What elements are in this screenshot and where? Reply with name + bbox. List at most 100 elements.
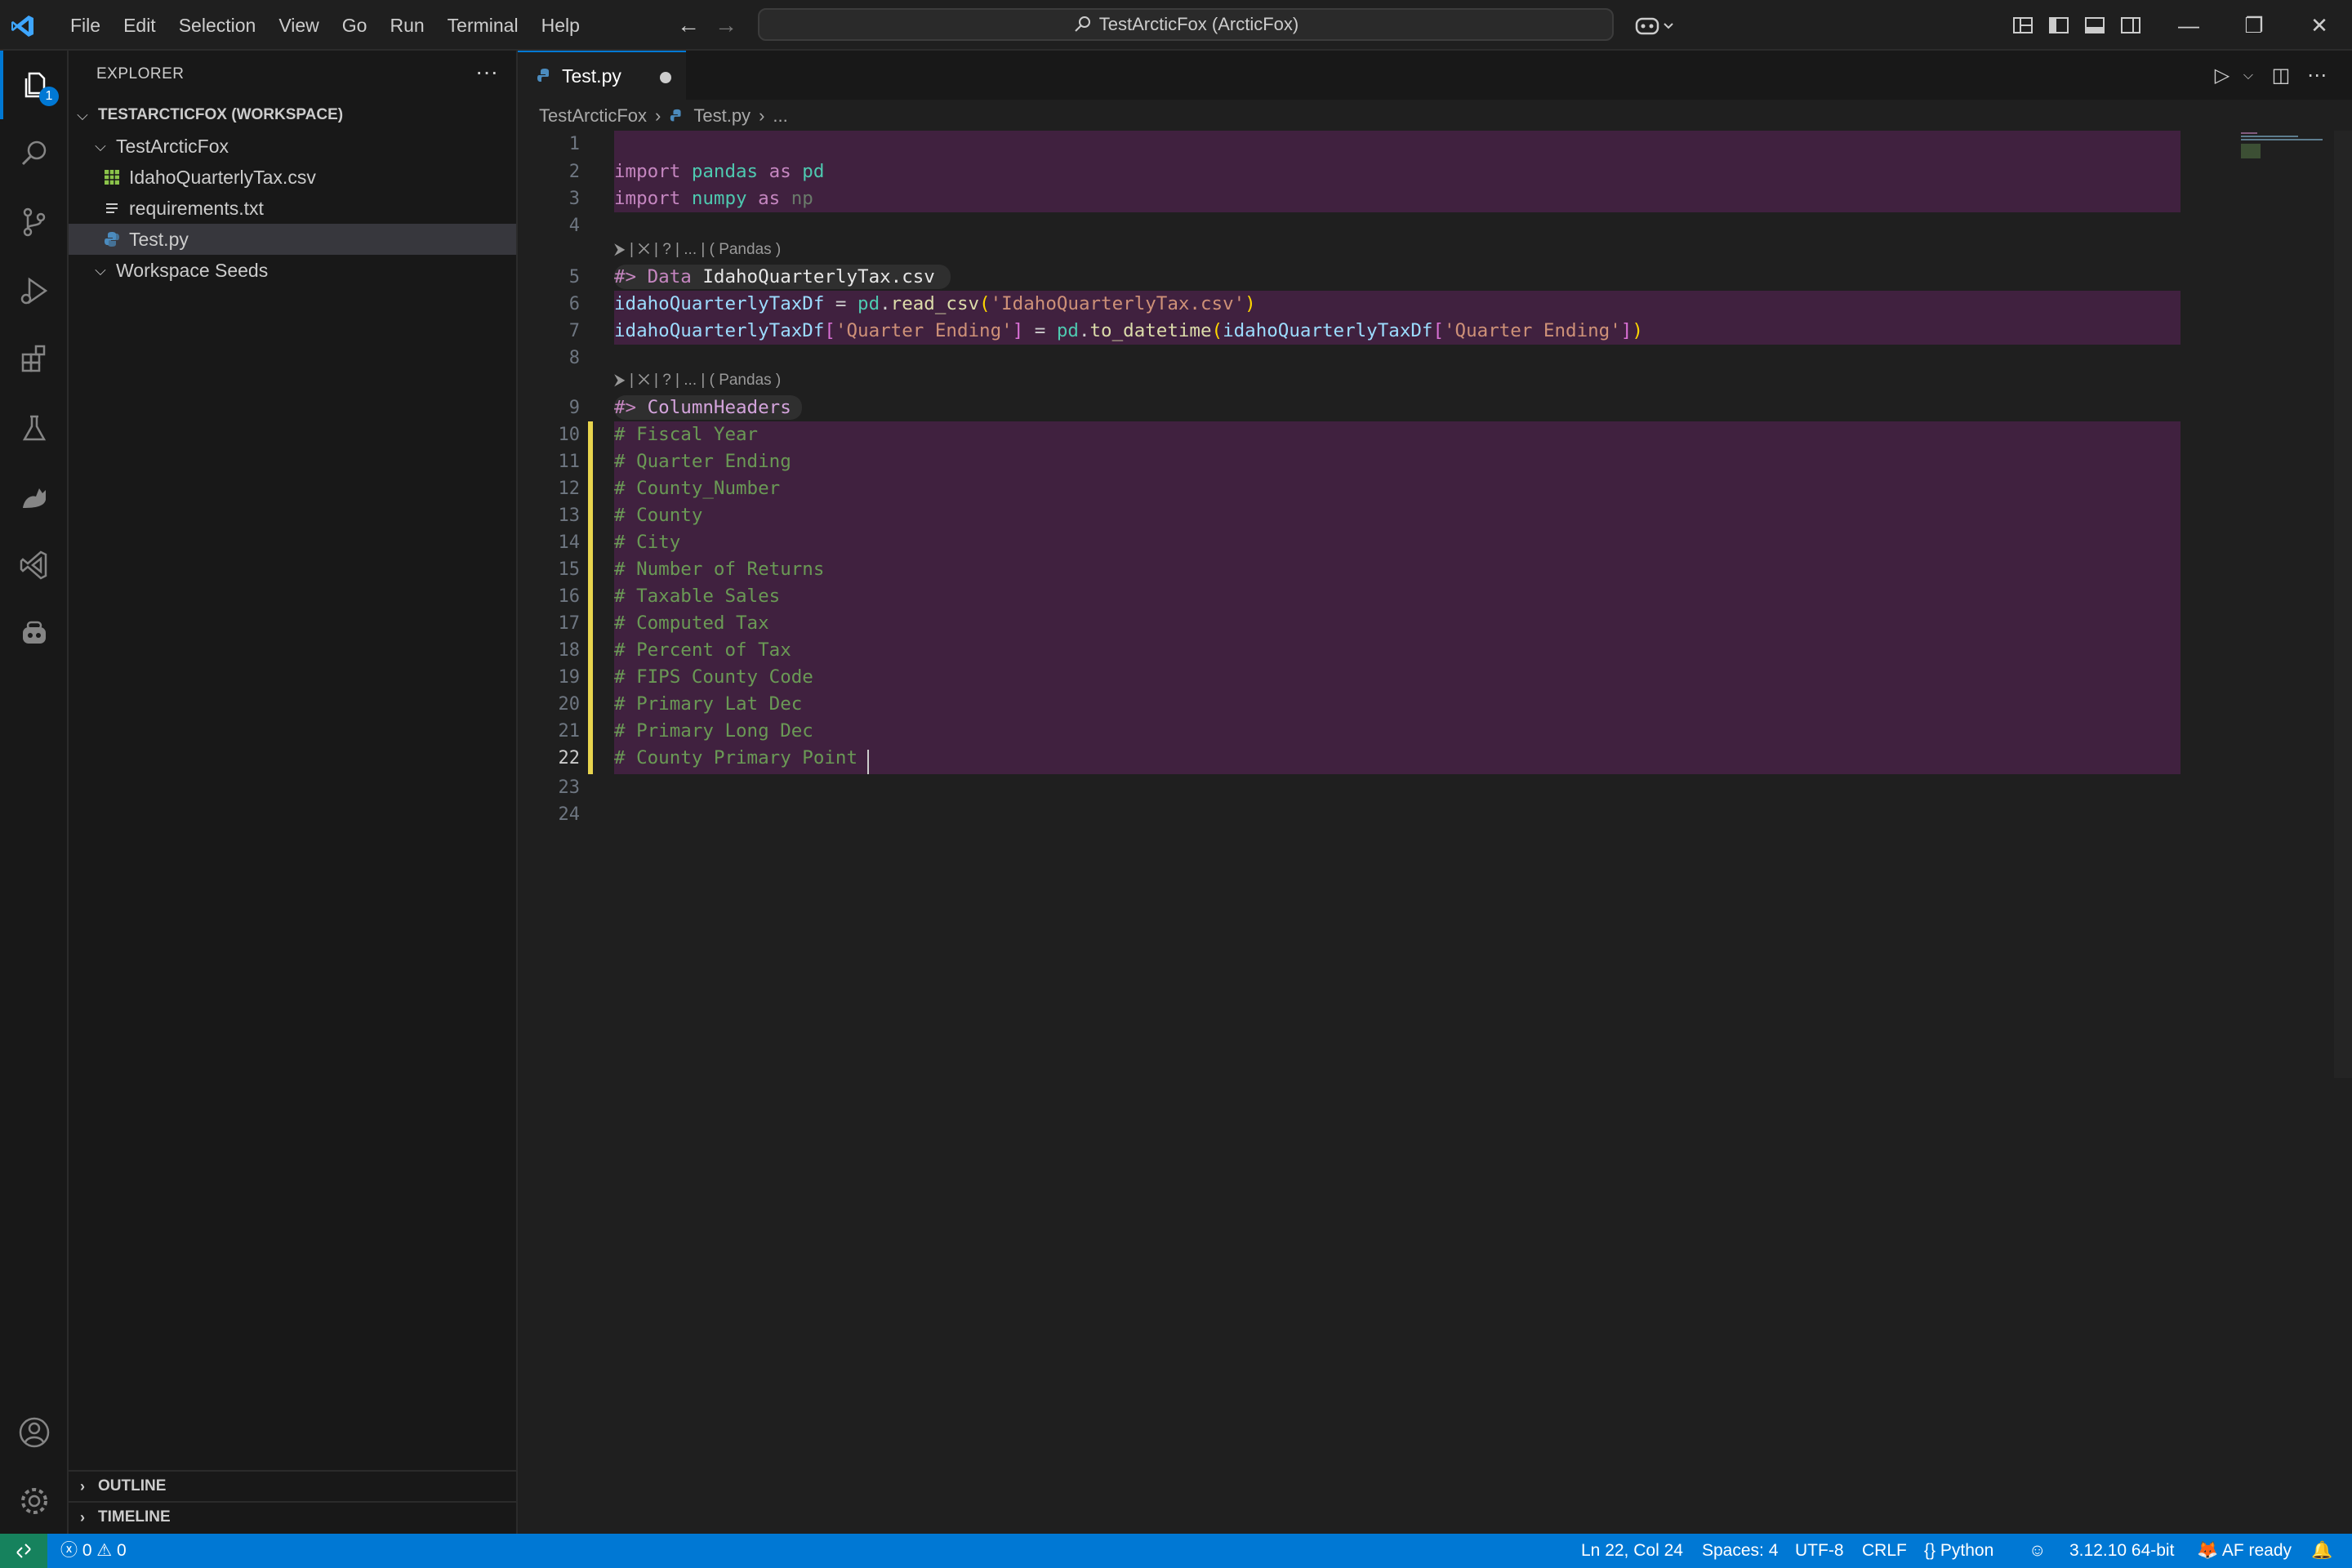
- menu-edit[interactable]: Edit: [112, 15, 167, 37]
- customize-layout-icon[interactable]: [2009, 11, 2037, 39]
- remote-indicator[interactable]: [0, 1534, 47, 1568]
- line-number[interactable]: 7: [518, 318, 580, 345]
- unsaved-dot-icon[interactable]: [660, 72, 671, 83]
- chevron-down-icon: ⌵: [77, 106, 88, 123]
- line-number[interactable]: 13: [518, 502, 581, 529]
- back-arrow-icon[interactable]: ←: [675, 11, 702, 39]
- workspace-header[interactable]: ⌵ TESTARCTICFOX (WORKSPACE): [69, 100, 516, 131]
- menu-terminal[interactable]: Terminal: [436, 15, 530, 37]
- csv-file-icon: [105, 170, 119, 185]
- line-number[interactable]: 20: [518, 691, 581, 718]
- menu-view[interactable]: View: [267, 15, 330, 37]
- file-label: requirements.txt: [129, 197, 264, 219]
- line-number[interactable]: 5: [518, 264, 580, 291]
- line-number[interactable]: 21: [518, 718, 581, 745]
- menu-help[interactable]: Help: [530, 15, 591, 37]
- status-bar: ⓧ 0 ⚠ 0 Ln 22, Col 24 Spaces: 4 UTF-8 CR…: [0, 1534, 2352, 1568]
- chevron-down-icon[interactable]: ⌵: [2234, 62, 2262, 90]
- line-number[interactable]: 17: [518, 610, 581, 637]
- end-of-line[interactable]: CRLF: [1862, 1534, 1907, 1568]
- menu-go[interactable]: Go: [331, 15, 379, 37]
- line-number[interactable]: 19: [518, 664, 581, 691]
- cell-code-lens[interactable]: ⮞ | ✕ | ? | ... | ( Pandas ): [614, 238, 781, 262]
- minimap[interactable]: [2239, 131, 2329, 180]
- line-number[interactable]: 10: [518, 421, 581, 448]
- line-number[interactable]: 23: [518, 774, 581, 801]
- explorer-activity[interactable]: 1: [0, 51, 69, 119]
- visual-studio-activity[interactable]: [0, 531, 69, 599]
- toggle-secondary-sidebar-icon[interactable]: [2117, 11, 2145, 39]
- more-actions-icon[interactable]: ⋯: [2303, 62, 2331, 90]
- toggle-primary-sidebar-icon[interactable]: [2045, 11, 2073, 39]
- tree-file-requirements[interactable]: requirements.txt: [69, 193, 516, 224]
- vertical-scrollbar[interactable]: [2334, 131, 2352, 1078]
- forward-arrow-icon[interactable]: →: [712, 11, 740, 39]
- line-number[interactable]: 2: [518, 158, 580, 185]
- line-number[interactable]: 16: [518, 583, 581, 610]
- search-activity[interactable]: [0, 119, 69, 188]
- line-number[interactable]: 12: [518, 475, 581, 502]
- extensions-icon: [21, 345, 46, 372]
- line-number[interactable]: 24: [518, 801, 581, 828]
- cursor-position[interactable]: Ln 22, Col 24: [1581, 1534, 1683, 1568]
- line-number[interactable]: 9: [518, 394, 580, 421]
- language-mode[interactable]: {} Python: [1924, 1534, 1993, 1568]
- arcticfox-status[interactable]: 🦊 AF ready: [2197, 1534, 2292, 1568]
- minimize-icon[interactable]: —: [2156, 0, 2221, 51]
- tree-file-csv[interactable]: IdahoQuarterlyTax.csv: [69, 162, 516, 193]
- text-file-icon: [106, 203, 118, 213]
- tree-folder-workspace-seeds[interactable]: ⌵ Workspace Seeds: [69, 255, 516, 286]
- timeline-section[interactable]: › TIMELINE: [69, 1501, 516, 1532]
- command-center-search[interactable]: TestArcticFox (ArcticFox): [758, 8, 1614, 41]
- cell-code-lens[interactable]: ⮞ | ✕ | ? | ... | ( Pandas ): [614, 368, 781, 393]
- tree-file-test-py[interactable]: Test.py: [69, 224, 516, 255]
- extensions-activity[interactable]: [0, 325, 69, 394]
- code-line-2: import pandas as pd: [614, 161, 825, 182]
- manage-activity[interactable]: [0, 1467, 69, 1535]
- notifications-bell-icon[interactable]: 🔔: [2311, 1534, 2332, 1568]
- testing-activity[interactable]: [0, 394, 69, 462]
- python-interpreter[interactable]: 3.12.10 64-bit: [2069, 1534, 2174, 1568]
- line-number[interactable]: 1: [518, 131, 580, 158]
- encoding[interactable]: UTF-8: [1795, 1534, 1844, 1568]
- copilot-icon[interactable]: [1633, 11, 1676, 39]
- line-number[interactable]: 8: [518, 345, 580, 372]
- line-number[interactable]: 14: [518, 529, 581, 556]
- line-number[interactable]: 18: [518, 637, 581, 664]
- breadcrumb-file[interactable]: Test.py: [693, 105, 751, 127]
- breadcrumb-more[interactable]: ...: [773, 105, 787, 127]
- close-icon[interactable]: ✕: [2287, 0, 2352, 51]
- tree-folder-testarcticfox[interactable]: ⌵ TestArcticFox: [69, 131, 516, 162]
- indentation[interactable]: Spaces: 4: [1702, 1534, 1778, 1568]
- source-control-activity[interactable]: [0, 188, 69, 256]
- toggle-panel-icon[interactable]: [2081, 11, 2109, 39]
- comment-line: # County Primary Point: [614, 747, 869, 768]
- outline-section[interactable]: › OUTLINE: [69, 1470, 516, 1501]
- arcticfox-activity[interactable]: [0, 462, 69, 531]
- code-editor[interactable]: 1 2 3 4 5 6 7 8 9 10 11 12 13 14 15 16 17 18 19 20 21 22 23 24 …: [518, 131, 2352, 1534]
- menu-run[interactable]: Run: [378, 15, 435, 37]
- line-number[interactable]: 15: [518, 556, 581, 583]
- restore-icon[interactable]: ❐: [2221, 0, 2287, 51]
- line-number[interactable]: 6: [518, 291, 580, 318]
- code-line-7: idahoQuarterlyTaxDf['Quarter Ending'] = …: [614, 320, 1643, 341]
- chevron-right-icon: ›: [655, 105, 662, 126]
- line-number[interactable]: 11: [518, 448, 581, 475]
- breadcrumb-folder[interactable]: TestArcticFox: [539, 105, 647, 127]
- run-file-icon[interactable]: ▷: [2208, 62, 2236, 90]
- line-number[interactable]: 22: [518, 745, 581, 772]
- tab-test-py[interactable]: Test.py: [518, 51, 686, 100]
- copilot-activity[interactable]: [0, 599, 69, 668]
- line-number[interactable]: 4: [518, 212, 580, 239]
- run-debug-activity[interactable]: [0, 256, 69, 325]
- fox-icon: 🦊: [2197, 1541, 2219, 1560]
- menu-file[interactable]: File: [59, 15, 112, 37]
- menu-selection[interactable]: Selection: [167, 15, 268, 37]
- more-actions-icon[interactable]: ···: [475, 59, 498, 85]
- vscode-logo-icon: [11, 16, 33, 37]
- copilot-status-icon[interactable]: ☺: [2029, 1534, 2046, 1568]
- split-editor-icon[interactable]: ◫: [2267, 62, 2295, 90]
- accounts-activity[interactable]: [0, 1398, 69, 1467]
- line-number[interactable]: 3: [518, 185, 580, 212]
- problems-indicator[interactable]: ⓧ 0 ⚠ 0: [60, 1534, 127, 1568]
